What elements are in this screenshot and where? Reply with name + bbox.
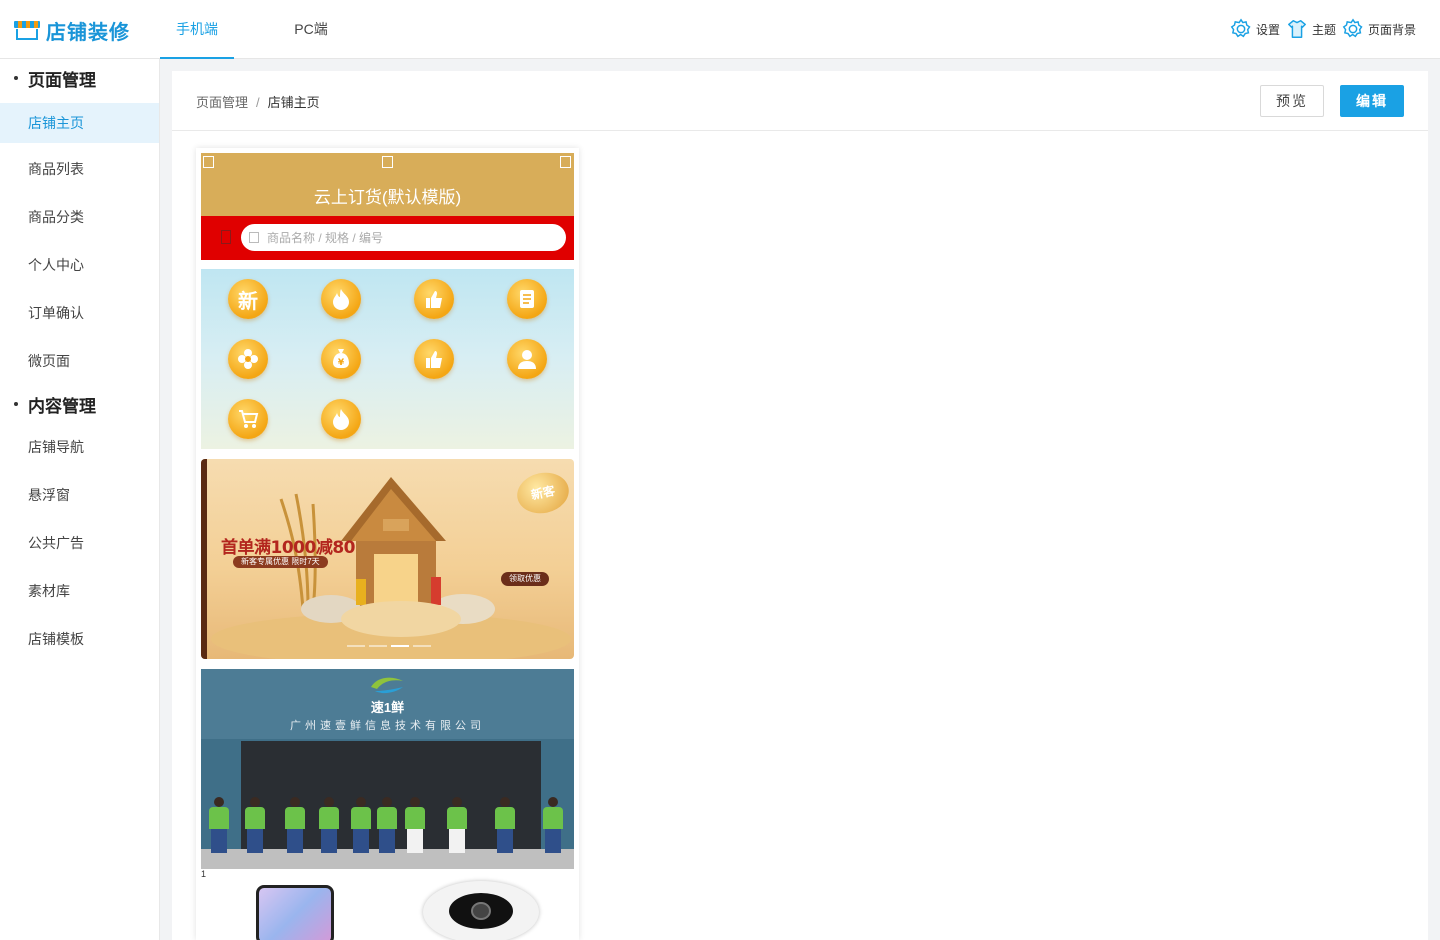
team-member [209, 797, 229, 855]
product-grid[interactable] [201, 879, 574, 940]
theme-label: 主题 [1311, 22, 1336, 37]
sidebar-item-product-category[interactable]: 商品分类 [0, 193, 159, 241]
claim-coupon-button[interactable]: 领取优惠 [501, 572, 549, 586]
team-member [405, 797, 425, 855]
preview-nav-icons[interactable]: 新 ¥ [201, 269, 574, 449]
team-member [495, 797, 515, 855]
page-background-button[interactable]: 页面背景 [1342, 18, 1416, 40]
preview-button[interactable]: 预览 [1260, 85, 1324, 117]
placeholder-icon [560, 156, 571, 168]
panel-header: 页面管理 / 店铺主页 预览 编辑 [172, 71, 1428, 131]
new-icon: 新 [228, 279, 268, 319]
sidebar-item-material-library[interactable]: 素材库 [0, 567, 159, 615]
platform-tabs: 手机端 PC端 [160, 0, 388, 59]
company-photo[interactable]: 速1鲜 广州速壹鲜信息技术有限公司 [201, 669, 574, 869]
preview-search-bar[interactable]: 商品名称 / 规格 / 编号 [201, 216, 574, 260]
top-toolbar: 设置 主题 页面背景 [1224, 18, 1416, 40]
tab-pc[interactable]: PC端 [274, 0, 348, 59]
product-image-camera[interactable] [423, 881, 539, 940]
bullet-icon [14, 402, 18, 406]
placeholder-icon [203, 156, 214, 168]
money-bag-icon: ¥ [321, 339, 361, 379]
breadcrumb-parent[interactable]: 页面管理 [196, 95, 248, 110]
preview-header[interactable]: 云上订货(默认模版) [201, 153, 574, 216]
page-background-label: 页面背景 [1367, 22, 1416, 37]
sidebar-item-shop-home[interactable]: 店铺主页 [0, 103, 159, 143]
company-name: 广州速壹鲜信息技术有限公司 [290, 720, 485, 732]
gear-icon [1230, 18, 1251, 38]
thumbs-up-icon [414, 279, 454, 319]
sidebar-item-micro-page[interactable]: 微页面 [0, 337, 159, 385]
search-icon [249, 232, 259, 243]
team-member [285, 797, 305, 855]
sidebar-item-public-ads[interactable]: 公共广告 [0, 519, 159, 567]
user-icon [507, 339, 547, 379]
theme-button[interactable]: 主题 [1286, 18, 1336, 40]
tab-mobile[interactable]: 手机端 [160, 0, 234, 59]
sidebar-item-order-confirm[interactable]: 订单确认 [0, 289, 159, 337]
group-title: 页面管理 [28, 70, 96, 90]
carousel-dots[interactable] [347, 645, 435, 647]
team-member [245, 797, 265, 855]
app-logo[interactable]: 店铺装修 [14, 16, 130, 44]
scan-icon [221, 230, 231, 244]
mobile-preview: 云上订货(默认模版) 商品名称 / 规格 / 编号 新 ¥ 首单满1000减80… [196, 148, 579, 940]
top-bar: 店铺装修 手机端 PC端 设置 主题 页面背景 [0, 0, 1440, 59]
flower-icon [228, 339, 268, 379]
settings-label: 设置 [1255, 22, 1280, 37]
app-title: 店铺装修 [46, 19, 130, 44]
sidebar-item-personal-center[interactable]: 个人中心 [0, 241, 159, 289]
company-brand: 速1鲜 [370, 700, 405, 715]
thumbs-up-icon [414, 339, 454, 379]
sidebar: 页面管理 店铺主页 商品列表 商品分类 个人中心 订单确认 微页面 内容管理 店… [0, 59, 160, 940]
team-member [351, 797, 371, 855]
gear-icon [1342, 18, 1363, 38]
cart-icon [228, 399, 268, 439]
tshirt-icon [1287, 20, 1306, 38]
fire-icon [321, 399, 361, 439]
team-member [447, 797, 467, 855]
breadcrumb: 页面管理 / 店铺主页 [196, 92, 320, 111]
team-member [319, 797, 339, 855]
company-logo-icon [371, 677, 403, 694]
sidebar-item-shop-template[interactable]: 店铺模板 [0, 615, 159, 663]
sidebar-group-content-management: 内容管理 [0, 385, 159, 423]
promo-subline: 新客专属优惠 限时7天 [233, 556, 328, 568]
store-icon [14, 19, 40, 41]
bullet-icon [14, 76, 18, 80]
placeholder-icon [382, 156, 393, 168]
sidebar-item-shop-nav[interactable]: 店铺导航 [0, 423, 159, 471]
preview-title: 云上订货(默认模版) [313, 188, 462, 207]
group-title: 内容管理 [28, 396, 96, 416]
edit-button[interactable]: 编辑 [1340, 85, 1404, 117]
team-member [377, 797, 397, 855]
product-image-phone[interactable] [256, 885, 334, 940]
promo-headline: 首单满1000减80 [221, 538, 355, 558]
sidebar-item-product-list[interactable]: 商品列表 [0, 145, 159, 193]
breadcrumb-current: 店铺主页 [267, 95, 320, 110]
promo-banner[interactable]: 首单满1000减80 新客专属优惠 限时7天 新客 领取优惠 [201, 459, 574, 659]
breadcrumb-separator: / [256, 95, 260, 110]
settings-button[interactable]: 设置 [1230, 18, 1280, 40]
slide-indicator: 1 [201, 869, 207, 879]
preview-search-input[interactable]: 商品名称 / 规格 / 编号 [241, 224, 566, 251]
document-icon [507, 279, 547, 319]
team-member [543, 797, 563, 855]
sidebar-group-page-management: 页面管理 [0, 59, 159, 97]
search-placeholder: 商品名称 / 规格 / 编号 [267, 231, 384, 245]
sidebar-item-floating-window[interactable]: 悬浮窗 [0, 471, 159, 519]
svg-text:¥: ¥ [338, 358, 345, 368]
fire-icon [321, 279, 361, 319]
new-glyph: 新 [238, 290, 258, 313]
